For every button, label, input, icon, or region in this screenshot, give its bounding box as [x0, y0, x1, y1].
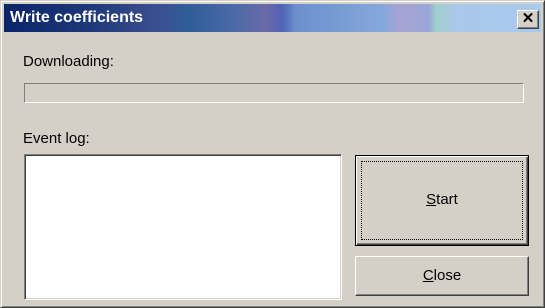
close-icon: ✕ [521, 10, 535, 27]
start-button-label: Start [426, 191, 458, 208]
title-bar[interactable]: Write coefficients ✕ [4, 4, 541, 32]
close-button-label: Close [422, 267, 462, 284]
close-button[interactable]: Close [355, 256, 529, 296]
start-button[interactable]: Start [355, 155, 529, 246]
downloading-label: Downloading: [23, 53, 114, 70]
write-coefficients-dialog: Write coefficients ✕ Downloading: Event … [0, 0, 545, 308]
title-close-button[interactable]: ✕ [517, 10, 539, 29]
download-progress-bar [24, 83, 524, 103]
event-log-listbox[interactable] [24, 154, 342, 300]
event-log-label: Event log: [23, 130, 90, 147]
window-title: Write coefficients [10, 9, 144, 26]
